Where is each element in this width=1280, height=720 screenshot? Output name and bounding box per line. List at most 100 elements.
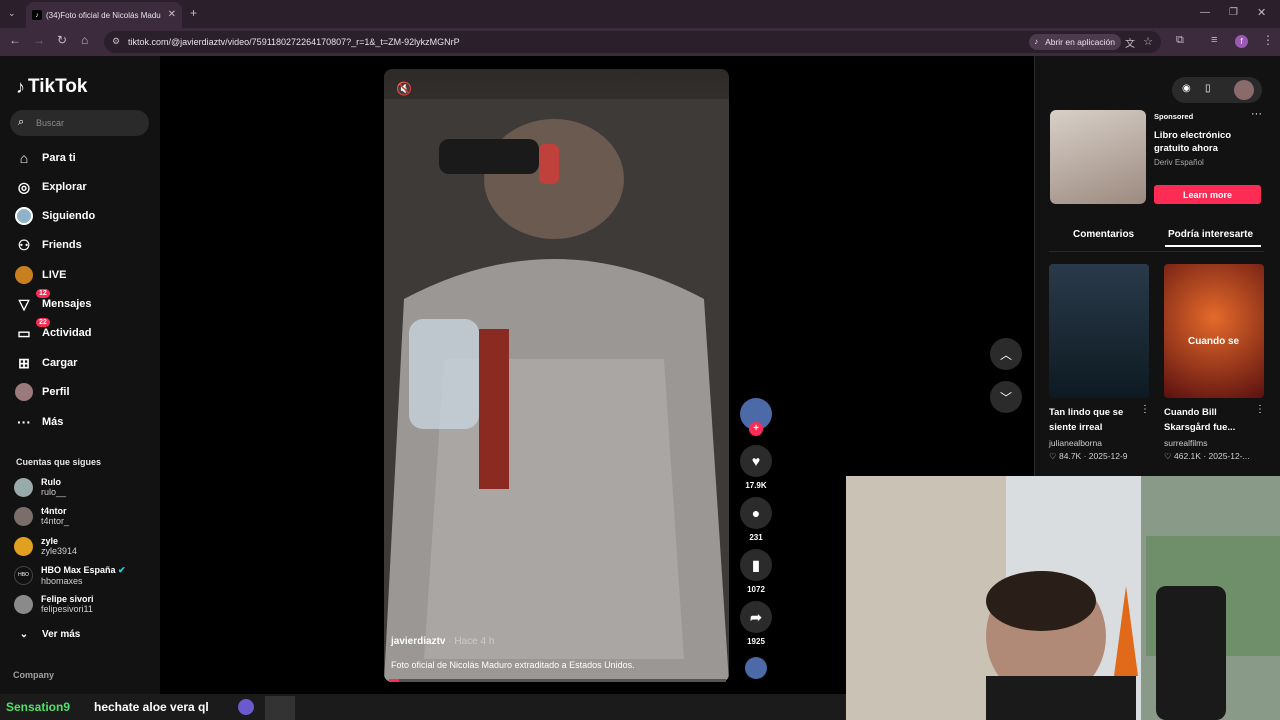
- nav-perfil[interactable]: Perfil: [14, 381, 154, 403]
- card-title[interactable]: Tan lindo que se siente irreal: [1049, 405, 1141, 435]
- activity-badge: 22: [36, 318, 50, 327]
- nav-actividad[interactable]: ▭ 22 Actividad: [14, 318, 154, 344]
- account-name: HBO Max España ✔: [41, 565, 126, 575]
- mute-icon[interactable]: 🔇: [396, 81, 412, 97]
- nav-mensajes[interactable]: ▽ 12 Mensajes: [14, 289, 154, 315]
- following-account[interactable]: zyle zyle3914: [14, 536, 77, 556]
- maximize-icon[interactable]: ❐: [1229, 7, 1238, 18]
- bookmark-star-icon[interactable]: ☆: [1143, 35, 1153, 48]
- nav-para-ti[interactable]: ⌂ Para ti: [14, 147, 154, 169]
- video-player[interactable]: 🔇: [384, 69, 729, 682]
- card-menu-icon[interactable]: ⋮: [1255, 404, 1265, 415]
- nav-live[interactable]: LIVE: [14, 264, 154, 286]
- creator-avatar-button[interactable]: +: [740, 398, 772, 436]
- learn-more-button[interactable]: Learn more: [1154, 185, 1261, 204]
- translate-icon[interactable]: 文: [1125, 35, 1135, 50]
- suggested-video-card[interactable]: Cuando se: [1164, 264, 1264, 398]
- compass-small-icon[interactable]: ◉: [1182, 83, 1191, 94]
- nav-label: LIVE: [42, 269, 67, 281]
- tiktok-note-icon: ♪: [16, 76, 25, 97]
- card-title[interactable]: Cuando Bill Skarsgård fue...: [1164, 405, 1256, 435]
- nav-label: Perfil: [42, 386, 70, 398]
- comment-button[interactable]: ● 231: [740, 497, 772, 542]
- forward-icon[interactable]: →: [33, 33, 45, 47]
- card-date: 2025-12-...: [1208, 451, 1250, 461]
- home-button-icon[interactable]: ⌂: [81, 33, 88, 47]
- minimize-icon[interactable]: —: [1200, 7, 1210, 18]
- browser-toolbar: ← → ↻ ⌂ ⚙ tiktok.com/@javierdiaztv/video…: [0, 28, 1280, 56]
- heart-outline-icon: ♡: [1049, 451, 1057, 461]
- previous-video-button[interactable]: ︿: [990, 338, 1022, 370]
- card-meta: julianealborna ♡ 84.7K · 2025-12-9: [1049, 438, 1128, 461]
- open-in-app-button[interactable]: ♪ Abrir en aplicación: [1029, 34, 1121, 50]
- tiktok-logo[interactable]: ♪ TikTok: [16, 76, 87, 98]
- tab-comentarios[interactable]: Comentarios: [1073, 229, 1134, 240]
- close-tab-icon[interactable]: ✕: [168, 9, 176, 20]
- back-icon[interactable]: ←: [9, 33, 21, 47]
- following-account[interactable]: Felipe sivori felipesivori11: [14, 594, 94, 614]
- browser-tab[interactable]: ♪ (34)Foto oficial de Nicolás Madu ✕: [26, 2, 182, 28]
- nav-mas[interactable]: ··· Más: [14, 411, 154, 433]
- following-account[interactable]: t4ntor t4ntor_: [14, 506, 69, 526]
- taskbar-app-icon[interactable]: [265, 696, 295, 720]
- nav-friends[interactable]: ⚇ Friends: [14, 234, 154, 256]
- tab-podria-interesarte[interactable]: Podría interesarte: [1168, 229, 1253, 240]
- url-bar[interactable]: ⚙ tiktok.com/@javierdiaztv/video/7591180…: [104, 31, 1161, 53]
- save-button[interactable]: ▮ 1072: [740, 549, 772, 594]
- card-menu-icon[interactable]: ⋮: [1140, 404, 1150, 415]
- video-frame: [384, 99, 729, 682]
- device-icon[interactable]: ▯: [1205, 83, 1211, 94]
- nav-cargar[interactable]: ⊞ Cargar: [14, 352, 154, 374]
- video-time: · Hace 4 h: [448, 636, 495, 647]
- menu-dots-icon[interactable]: ⋮: [1262, 33, 1274, 47]
- see-more-button[interactable]: ⌄ Ver más: [14, 623, 154, 645]
- site-info-icon[interactable]: ⚙: [112, 36, 120, 47]
- like-button[interactable]: ♥ 17.9K: [740, 445, 772, 490]
- tiktok-small-icon: ♪: [1034, 37, 1039, 46]
- media-icon[interactable]: ≡: [1211, 34, 1217, 46]
- nav-label: Friends: [42, 239, 82, 251]
- card-meta: surrealfilms ♡ 462.1K · 2025-12-...: [1164, 438, 1250, 461]
- following-account[interactable]: HBO HBO Max España ✔ hbomaxes: [14, 565, 126, 586]
- avatar: [14, 594, 33, 614]
- tiktok-favicon-icon: ♪: [32, 10, 42, 20]
- following-section-title: Cuentas que sigues: [16, 457, 102, 467]
- next-video-button[interactable]: ﹀: [990, 381, 1022, 413]
- nav-label: Explorar: [42, 181, 87, 193]
- follow-plus-icon[interactable]: +: [749, 422, 763, 436]
- open-in-app-label: Abrir en aplicación: [1045, 37, 1115, 47]
- video-author[interactable]: javierdiaztv: [391, 636, 445, 647]
- nav-explorar[interactable]: ◎ Explorar: [14, 176, 154, 198]
- reload-icon[interactable]: ↻: [57, 33, 67, 47]
- chat-username: Sensation9: [6, 700, 71, 714]
- video-progress-bar[interactable]: [389, 679, 726, 682]
- share-button[interactable]: ➦ 1925: [740, 601, 772, 646]
- account-user: felipesivori11: [41, 604, 93, 614]
- account-user: t4ntor_: [41, 516, 70, 526]
- tab-list-icon[interactable]: ⌄: [8, 8, 16, 19]
- suggested-video-card[interactable]: [1049, 264, 1149, 398]
- nav-siguiendo[interactable]: Siguiendo: [14, 205, 154, 227]
- ad-menu-icon[interactable]: ···: [1251, 108, 1262, 120]
- search-icon: ⌕: [18, 116, 25, 128]
- upload-icon: ⊞: [18, 354, 30, 371]
- ad-thumbnail[interactable]: [1050, 110, 1146, 204]
- new-tab-icon[interactable]: +: [190, 6, 197, 20]
- chevron-up-icon: ︿: [999, 347, 1012, 362]
- account-name: Rulo: [41, 477, 61, 487]
- discord-icon[interactable]: [238, 699, 254, 715]
- extensions-icon[interactable]: ⧉: [1176, 34, 1184, 47]
- search-input[interactable]: ⌕ Buscar: [10, 110, 149, 136]
- profile-avatar-icon[interactable]: f: [1235, 35, 1248, 48]
- tabs-divider: [1049, 251, 1264, 252]
- following-account[interactable]: Rulo rulo__: [14, 477, 66, 497]
- ad-title: Libro electrónico gratuito ahora: [1154, 130, 1232, 154]
- close-window-icon[interactable]: ✕: [1257, 6, 1266, 19]
- music-disc[interactable]: [740, 657, 772, 679]
- webcam-overlay: [846, 476, 1280, 720]
- company-link[interactable]: Company: [13, 670, 54, 680]
- user-avatar[interactable]: [1234, 80, 1254, 100]
- bookmark-icon: ▮: [740, 549, 772, 581]
- heart-icon: ♥: [740, 445, 772, 477]
- following-avatar-icon: [14, 206, 34, 226]
